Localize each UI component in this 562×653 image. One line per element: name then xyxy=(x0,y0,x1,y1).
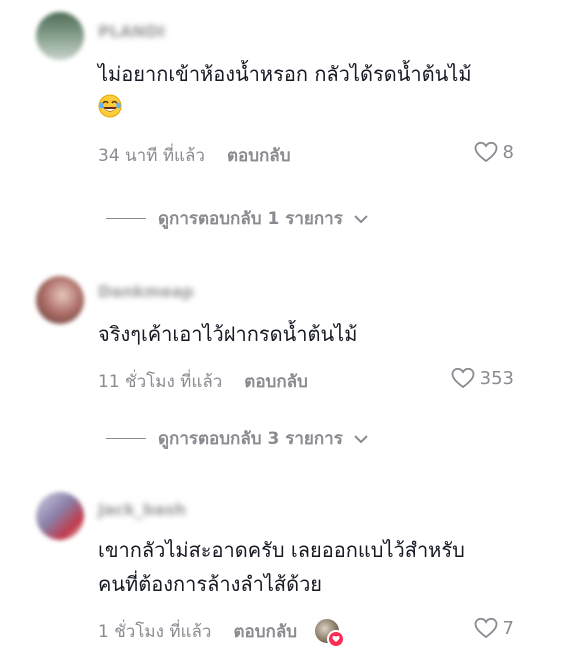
comment-emoji-line xyxy=(98,94,122,127)
comment-time: 34 นาที ที่แล้ว xyxy=(98,146,205,166)
comment-time: 11 ชั่วโมง ที่แล้ว xyxy=(98,372,223,392)
like-count: 353 xyxy=(479,367,514,389)
like-count: 7 xyxy=(502,617,514,639)
comment-text-line: ไม่อยากเข้าห้องน้ำหรอก กลัวได้รดน้ำต้นไม… xyxy=(98,62,472,86)
comment-text: คนที่ต้องการล้างลำไส้ด้วย xyxy=(98,568,322,600)
chevron-down-icon xyxy=(354,214,368,223)
comment-text: จริงๆเค้าเอาไว้ฝากรดน้ำต้นไม้ xyxy=(98,318,357,350)
comment-text-line: คนที่ต้องการล้างลำไส้ด้วย xyxy=(98,572,323,596)
reply-button[interactable]: ตอบกลับ xyxy=(233,618,297,645)
comment-username[interactable]: Jack_bash xyxy=(98,500,186,519)
heart-badge-icon xyxy=(327,629,346,648)
like-button[interactable]: 7 xyxy=(474,617,514,639)
avatar[interactable] xyxy=(36,276,84,324)
comment-time: 1 ชั่วโมง ที่แล้ว xyxy=(98,622,212,642)
comment-meta: 11 ชั่วโมง ที่แล้ว ตอบกลับ xyxy=(98,368,308,395)
comment-meta: 34 นาที ที่แล้ว ตอบกลับ xyxy=(98,142,291,169)
heart-outline-icon xyxy=(474,141,497,163)
divider-line xyxy=(106,218,146,219)
like-button[interactable]: 353 xyxy=(451,367,514,389)
view-replies-button[interactable]: ดูการตอบกลับ 3 รายการ xyxy=(106,425,369,452)
chevron-down-icon xyxy=(354,434,368,443)
heart-outline-icon xyxy=(474,617,497,639)
view-replies-label: ดูการตอบกลับ 3 รายการ xyxy=(158,429,343,449)
comment-text: เขากลัวไม่สะอาดครับ เลยออกแบไว้สำหรับ xyxy=(98,534,465,566)
avatar[interactable] xyxy=(36,12,84,60)
reply-button[interactable]: ตอบกลับ xyxy=(227,142,291,169)
comment-username[interactable]: PLANDI xyxy=(98,22,165,41)
comment-meta: 1 ชั่วโมง ที่แล้ว ตอบกลับ xyxy=(98,618,346,648)
view-replies-label: ดูการตอบกลับ 1 รายการ xyxy=(158,209,343,229)
heart-outline-icon xyxy=(451,367,475,389)
creator-liked-badge-icon xyxy=(315,618,346,648)
like-button[interactable]: 8 xyxy=(474,141,514,163)
reply-button[interactable]: ตอบกลับ xyxy=(244,368,308,395)
comment-text-line: เขากลัวไม่สะอาดครับ เลยออกแบไว้สำหรับ xyxy=(98,538,465,562)
laughing-with-tears-emoji-icon xyxy=(98,94,122,118)
view-replies-button[interactable]: ดูการตอบกลับ 1 รายการ xyxy=(106,205,369,232)
divider-line xyxy=(106,438,146,439)
avatar[interactable] xyxy=(36,492,84,540)
like-count: 8 xyxy=(502,141,514,163)
comment-text-line: จริงๆเค้าเอาไว้ฝากรดน้ำต้นไม้ xyxy=(98,322,358,346)
comment-text: ไม่อยากเข้าห้องน้ำหรอก กลัวได้รดน้ำต้นไม… xyxy=(98,58,472,90)
comment-username[interactable]: Dankmeap xyxy=(98,282,194,301)
